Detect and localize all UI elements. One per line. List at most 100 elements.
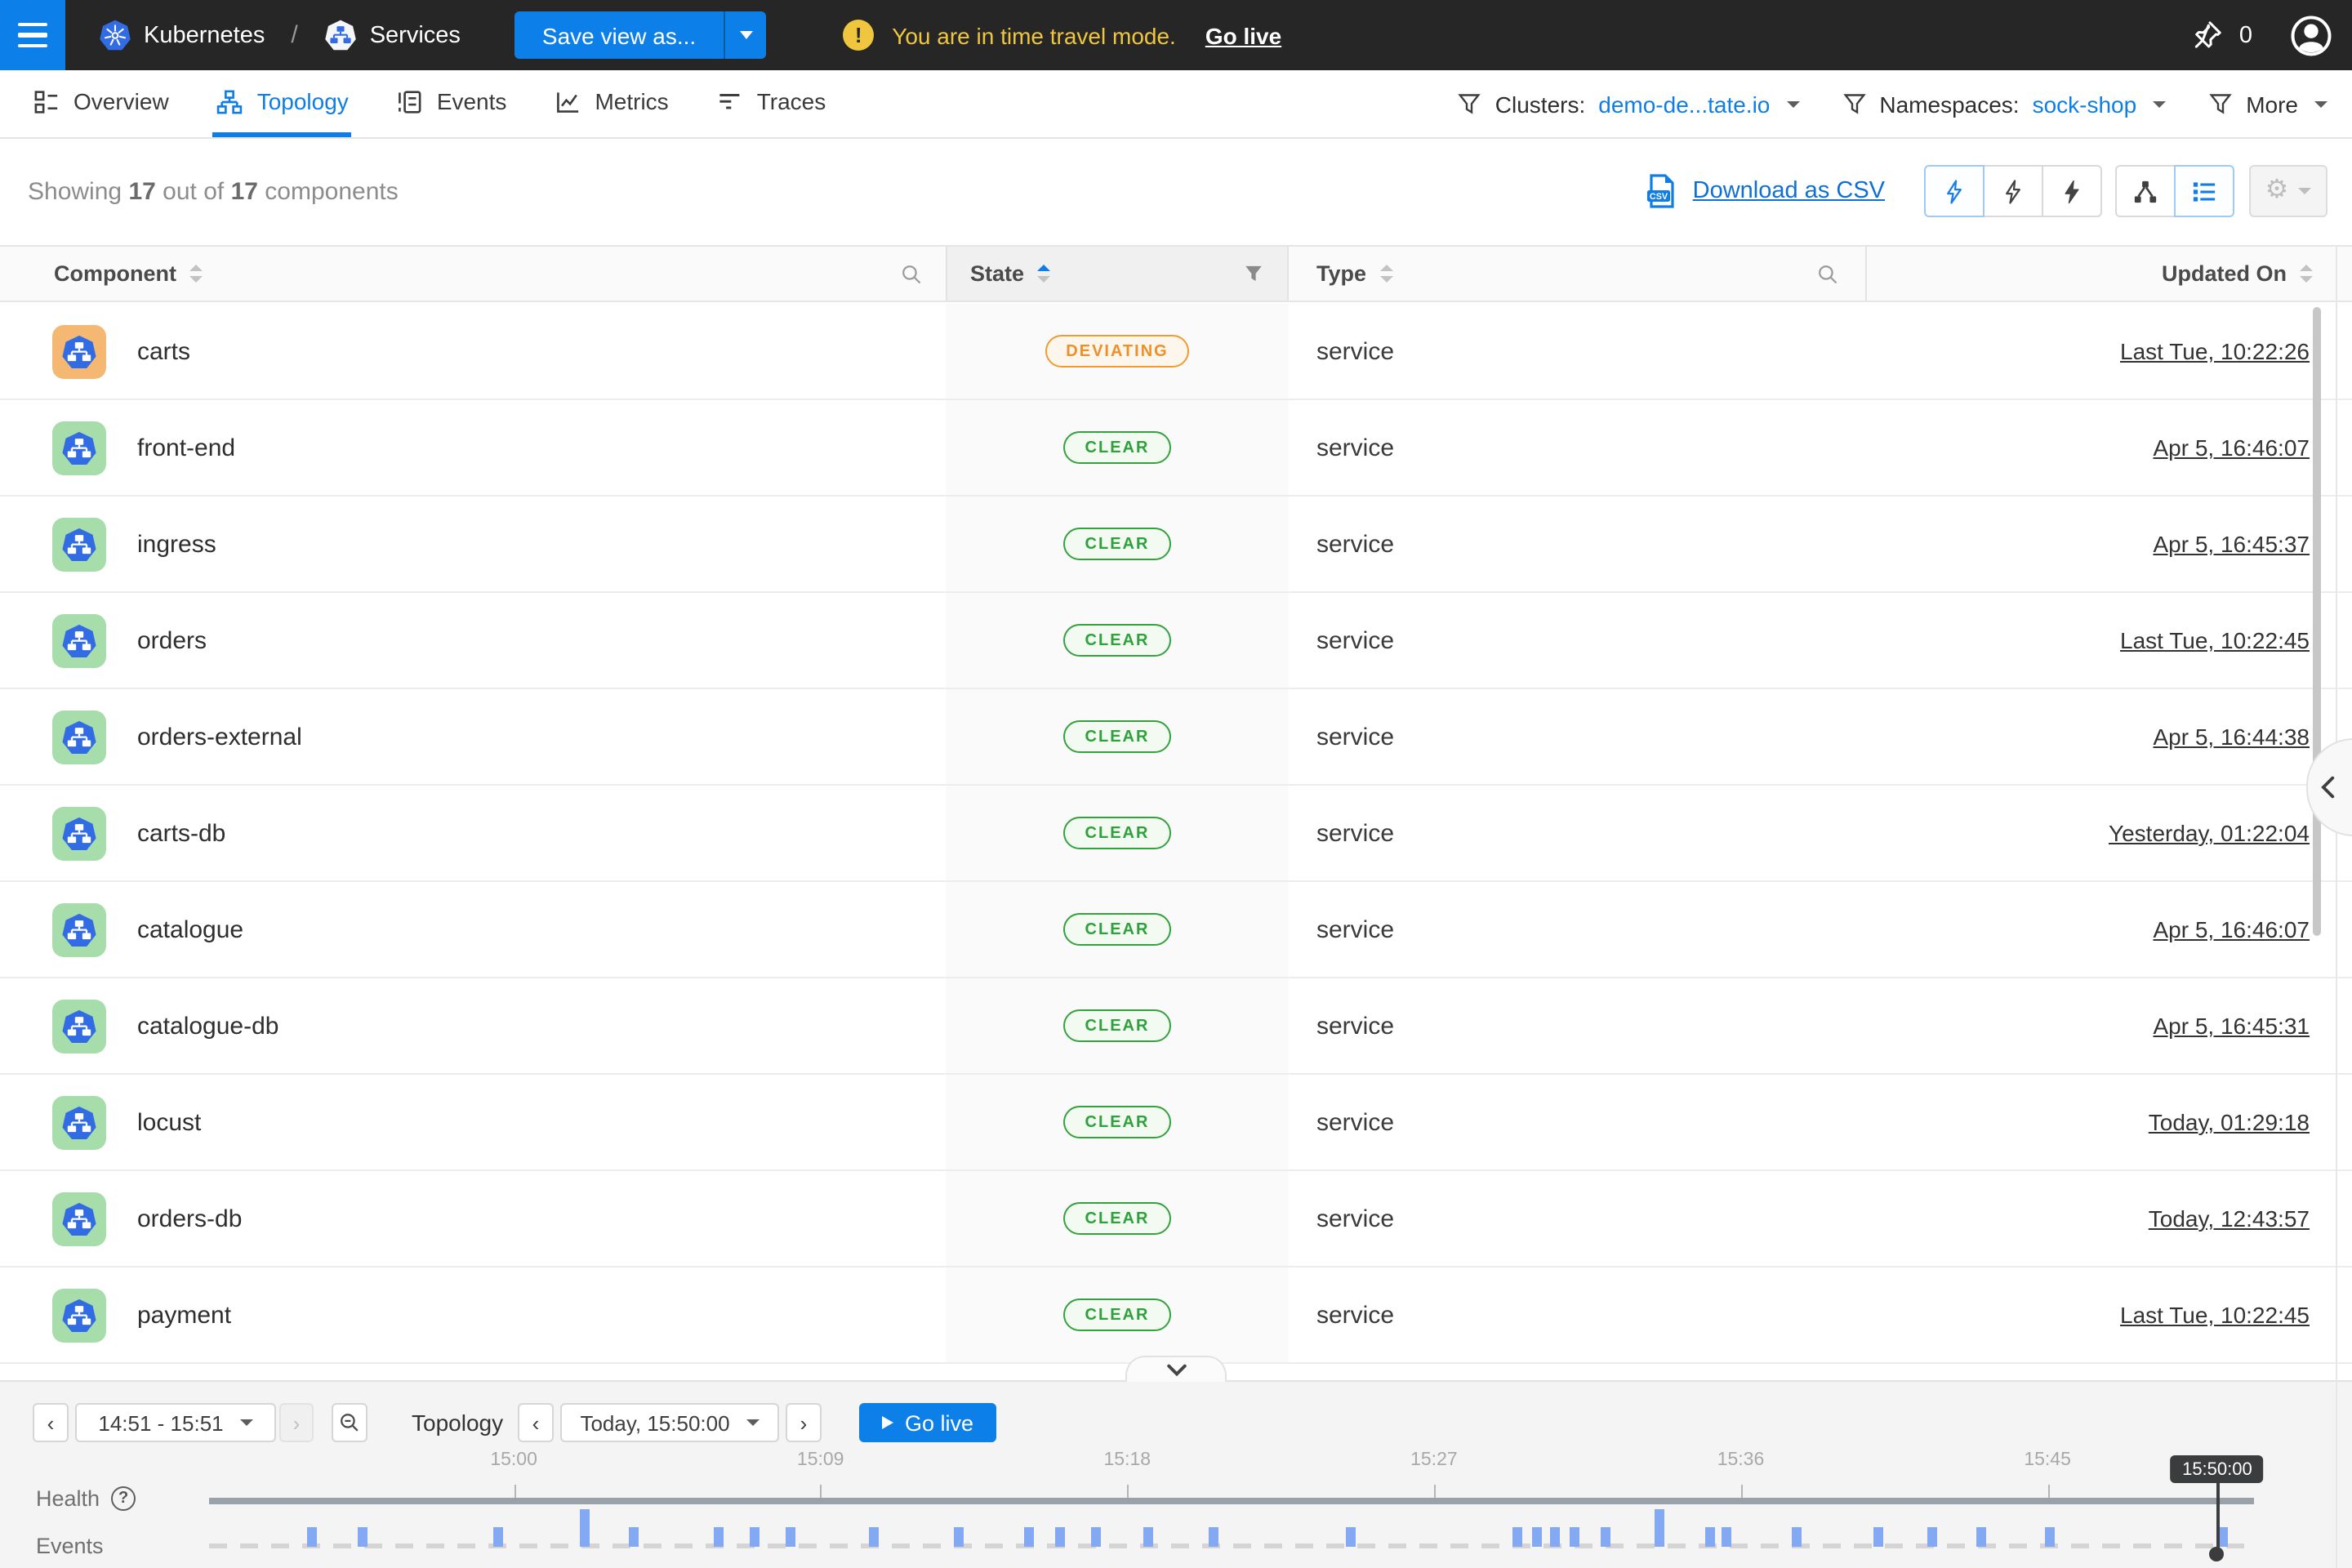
sort-arrows[interactable] <box>189 265 203 283</box>
event-bar <box>1531 1527 1541 1547</box>
sort-arrows[interactable] <box>2300 265 2313 283</box>
breadcrumb-services[interactable]: Services <box>370 22 461 48</box>
tab-events[interactable]: Events <box>393 70 510 137</box>
component-name[interactable]: catalogue-db <box>137 1012 278 1040</box>
column-header-state[interactable]: State <box>946 247 1289 301</box>
tab-traces[interactable]: Traces <box>713 70 830 137</box>
events-row-label: Events <box>36 1534 104 1558</box>
component-name[interactable]: orders-external <box>137 723 302 751</box>
download-csv-label: Download as CSV <box>1693 178 1885 204</box>
bolt-outline-dark-button[interactable] <box>1983 165 2043 217</box>
state-cell: CLEAR <box>946 497 1289 591</box>
pin-icon[interactable] <box>2190 18 2225 52</box>
tab-overview[interactable]: Overview <box>29 70 172 137</box>
timeline-collapse-button[interactable] <box>1125 1356 1227 1382</box>
table-row[interactable]: orders CLEAR service Last Tue, 10:22:45 <box>0 593 2352 689</box>
save-view-dropdown-caret[interactable] <box>724 11 766 59</box>
download-csv-link[interactable]: CSV Download as CSV <box>1646 173 1885 209</box>
table-row[interactable]: orders-external CLEAR service Apr 5, 16:… <box>0 689 2352 786</box>
column-header-updated-on[interactable]: Updated On <box>1867 247 2352 301</box>
hamburger-menu-button[interactable] <box>0 0 65 70</box>
component-name[interactable]: orders <box>137 626 207 654</box>
bolt-outline-blue-button[interactable] <box>1924 165 1984 217</box>
updated-on-link[interactable]: Last Tue, 10:22:45 <box>2120 627 2310 653</box>
vertical-scrollbar[interactable] <box>2313 307 2320 936</box>
event-bar <box>1873 1527 1882 1547</box>
time-marker-line[interactable] <box>2217 1483 2220 1555</box>
filters-bar: Clusters: demo-de...tate.io Namespaces: … <box>1458 70 2352 137</box>
sort-arrows-active[interactable] <box>1037 265 1050 283</box>
updated-on-link[interactable]: Apr 5, 16:44:38 <box>2154 724 2310 750</box>
table-row[interactable]: carts DEVIATING service Last Tue, 10:22:… <box>0 304 2352 400</box>
component-name[interactable]: catalogue <box>137 915 243 943</box>
table-row[interactable]: front-end CLEAR service Apr 5, 16:46:07 <box>0 400 2352 497</box>
service-component-icon <box>52 1288 106 1342</box>
tab-metrics[interactable]: Metrics <box>550 70 671 137</box>
topology-view-button[interactable] <box>2115 165 2176 217</box>
breadcrumb-kubernetes[interactable]: Kubernetes <box>144 22 265 48</box>
updated-on-link[interactable]: Apr 5, 16:45:37 <box>2154 531 2310 557</box>
component-name[interactable]: ingress <box>137 530 216 558</box>
type-cell: service <box>1289 304 1867 399</box>
more-filters[interactable]: More <box>2208 91 2328 117</box>
timeline-tick-mark <box>1434 1485 1436 1498</box>
timeline-tick-mark <box>821 1485 822 1498</box>
event-bar <box>713 1527 723 1547</box>
table-row[interactable]: orders-db CLEAR service Today, 12:43:57 <box>0 1171 2352 1267</box>
updated-on-link[interactable]: Apr 5, 16:46:07 <box>2154 916 2310 942</box>
service-component-icon <box>52 1192 106 1245</box>
table-row[interactable]: ingress CLEAR service Apr 5, 16:45:37 <box>0 497 2352 593</box>
go-live-link[interactable]: Go live <box>1205 22 1281 48</box>
updated-on-link[interactable]: Yesterday, 01:22:04 <box>2109 820 2310 846</box>
service-component-icon <box>52 902 106 956</box>
sort-arrows[interactable] <box>1379 265 1392 283</box>
search-icon[interactable] <box>900 262 923 285</box>
updated-header-label: Updated On <box>2162 261 2287 286</box>
time-marker-badge[interactable]: 15:50:00 <box>2171 1455 2264 1483</box>
namespaces-filter[interactable]: Namespaces: sock-shop <box>1842 91 2166 117</box>
list-view-button[interactable] <box>2174 165 2234 217</box>
updated-on-link[interactable]: Today, 12:43:57 <box>2149 1205 2310 1232</box>
help-icon[interactable]: ? <box>111 1486 136 1511</box>
component-name[interactable]: payment <box>137 1301 231 1329</box>
updated-on-link[interactable]: Last Tue, 10:22:26 <box>2120 338 2310 364</box>
service-component-icon <box>52 1095 106 1149</box>
save-view-as-label[interactable]: Save view as... <box>514 11 724 59</box>
search-icon[interactable] <box>1816 262 1839 285</box>
updated-on-link[interactable]: Apr 5, 16:46:07 <box>2154 434 2310 461</box>
table-row[interactable]: catalogue CLEAR service Apr 5, 16:46:07 <box>0 882 2352 978</box>
component-name[interactable]: carts <box>137 337 190 365</box>
bolt-filled-button[interactable] <box>2042 165 2102 217</box>
table-row[interactable]: catalogue-db CLEAR service Apr 5, 16:45:… <box>0 978 2352 1075</box>
save-view-as-button[interactable]: Save view as... <box>514 11 766 59</box>
column-header-type[interactable]: Type <box>1289 247 1867 301</box>
time-marker-dot[interactable] <box>2210 1547 2225 1561</box>
component-type: service <box>1316 1012 1394 1040</box>
clusters-filter[interactable]: Clusters: demo-de...tate.io <box>1458 91 1800 117</box>
settings-gear-button[interactable]: ⚙ <box>2249 165 2328 217</box>
table-row[interactable]: carts-db CLEAR service Yesterday, 01:22:… <box>0 786 2352 882</box>
event-bar <box>1722 1527 1731 1547</box>
timeline-tick-label: 15:27 <box>1410 1450 1458 1470</box>
services-icon <box>324 18 359 52</box>
component-name[interactable]: orders-db <box>137 1205 242 1232</box>
table-row[interactable]: payment CLEAR service Last Tue, 10:22:45 <box>0 1267 2352 1364</box>
component-name[interactable]: locust <box>137 1108 201 1136</box>
table-row[interactable]: locust CLEAR service Today, 01:29:18 <box>0 1075 2352 1171</box>
component-name[interactable]: carts-db <box>137 819 225 847</box>
updated-on-link[interactable]: Apr 5, 16:45:31 <box>2154 1013 2310 1039</box>
range-prev-button[interactable]: ‹ <box>33 1403 69 1442</box>
timeline-track[interactable]: 15:0015:0915:1815:2715:3615:4515:50:00 <box>209 1382 2254 1568</box>
tab-topology[interactable]: Topology <box>213 70 352 137</box>
state-cell: CLEAR <box>946 978 1289 1073</box>
state-badge: CLEAR <box>1064 528 1171 560</box>
user-avatar[interactable] <box>2290 14 2332 56</box>
service-component-icon <box>52 421 106 474</box>
time-travel-warning: ! You are in time travel mode. Go live <box>843 20 1281 51</box>
component-name[interactable]: front-end <box>137 434 235 461</box>
updated-on-link[interactable]: Today, 01:29:18 <box>2149 1109 2310 1135</box>
state-filter-funnel-icon[interactable] <box>1243 263 1264 284</box>
state-cell: DEVIATING <box>946 304 1289 399</box>
updated-on-link[interactable]: Last Tue, 10:22:45 <box>2120 1302 2310 1328</box>
column-header-component[interactable]: Component <box>0 247 946 301</box>
